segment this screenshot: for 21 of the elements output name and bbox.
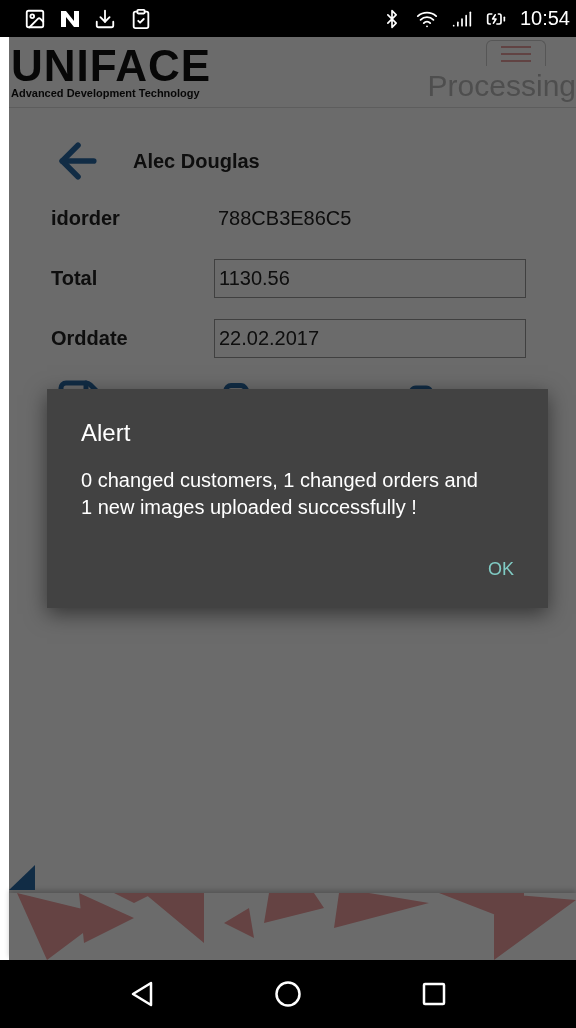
n-logo-icon xyxy=(60,8,80,29)
download-icon xyxy=(94,7,116,30)
field-label: idorder xyxy=(51,206,121,230)
field-value: 788CB3E86C5 xyxy=(217,206,353,230)
field-label: Total xyxy=(51,266,99,290)
input-field[interactable]: 22.02.2017 xyxy=(214,318,526,358)
input-field[interactable]: 1130.56 xyxy=(214,258,526,298)
customer-name: Alec Douglas xyxy=(133,149,260,173)
logo-text: UNIFACE xyxy=(11,45,212,87)
home-icon[interactable] xyxy=(274,980,302,1008)
image-icon xyxy=(24,7,46,30)
clock-time: 10:54 xyxy=(519,7,570,30)
dialog-title: Alert xyxy=(81,419,132,447)
dialog-message: 0 changed customers, 1 changed orders and 1 new images uploaded successfully ! xyxy=(81,468,479,520)
logo-tagline: Advanced Development Technology xyxy=(11,87,201,99)
ok-button[interactable]: OK xyxy=(474,553,528,586)
corner-triangle-icon xyxy=(9,865,35,890)
back-icon[interactable] xyxy=(130,981,154,1007)
clipboard-check-icon xyxy=(130,7,152,30)
recents-icon[interactable] xyxy=(422,982,446,1006)
field-label: Orddate xyxy=(51,326,129,350)
